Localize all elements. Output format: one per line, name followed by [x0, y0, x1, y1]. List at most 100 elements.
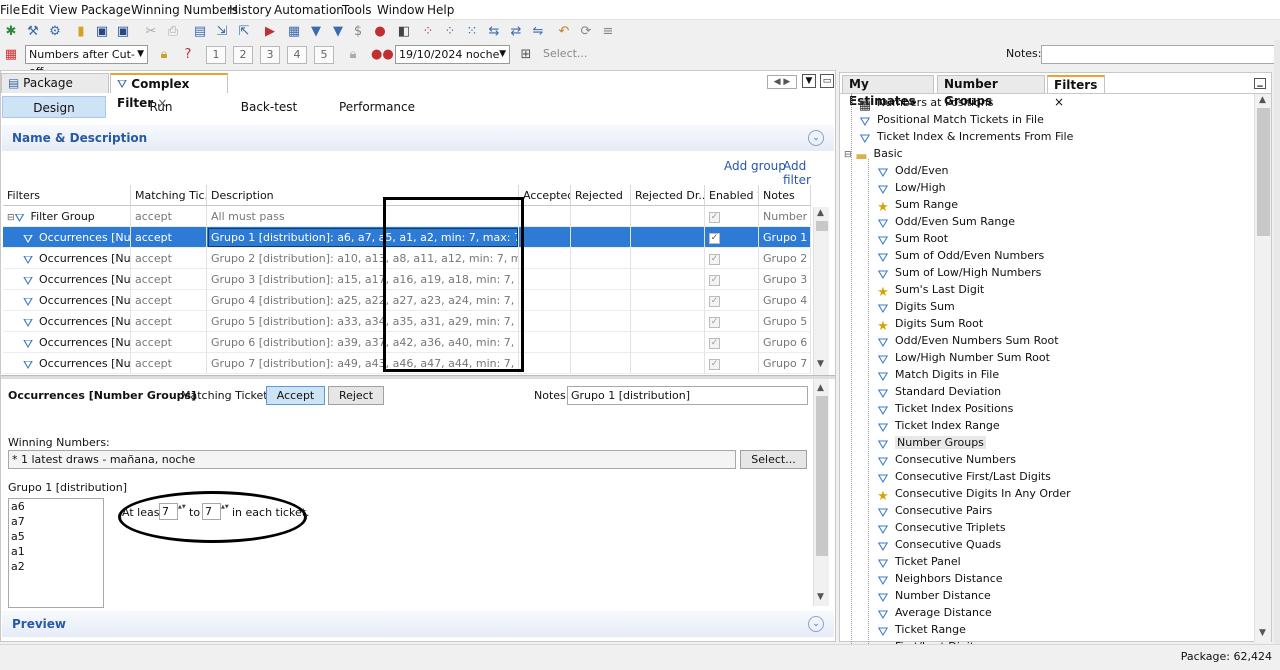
add-filter-link[interactable]: Add filter	[783, 159, 835, 187]
tree-item[interactable]: ⛛ Consecutive First/Last Digits	[876, 468, 1051, 487]
tree-scrollbar[interactable]: ▲ ▼	[1254, 94, 1271, 642]
group-numbers-list[interactable]: a6 a7 a5 a1 a2	[8, 498, 104, 608]
scroll-up-icon[interactable]: ▲	[817, 208, 824, 218]
tree-item[interactable]: ★ Sum's Last Digit	[876, 281, 984, 300]
scroll-up-icon[interactable]: ▲	[1259, 95, 1266, 105]
dots-icon[interactable]: ⁘	[420, 24, 436, 40]
tree-item[interactable]: ⛛ Consecutive Triplets	[876, 519, 1006, 538]
stats-icon[interactable]: ◧	[396, 24, 412, 40]
col-notes[interactable]: Notes	[759, 185, 811, 206]
collapse-tree-icon[interactable]: ⊟	[7, 213, 15, 223]
cut-icon[interactable]: ✂	[143, 24, 159, 40]
splitter[interactable]	[1, 375, 835, 379]
tree-item[interactable]: ⛛ Consecutive Pairs	[876, 502, 993, 521]
refresh-icon[interactable]: ⟳	[578, 24, 594, 40]
tree-item[interactable]: ⛛ Sum of Odd/Even Numbers	[876, 247, 1045, 266]
scroll-thumb[interactable]	[816, 396, 828, 556]
menu-automation[interactable]: Automation	[274, 3, 344, 17]
table-icon[interactable]: ▤	[192, 24, 208, 40]
dots-multi-icon[interactable]: ⁙	[464, 24, 480, 40]
settings-icon[interactable]: ⚙	[47, 24, 63, 40]
tree-item[interactable]: ⛛ Ticket Index Positions	[876, 400, 1014, 419]
tree-item[interactable]: ⛛ Odd/Even Numbers Sum Root	[876, 332, 1059, 351]
slot-1[interactable]: 1	[206, 46, 226, 64]
new-folder-icon[interactable]: ▮	[73, 24, 89, 40]
tree-item[interactable]: ⛛ Low/High	[876, 179, 946, 198]
col-rejected-draws[interactable]: Rejected Dr...	[631, 185, 705, 206]
enabled-checkbox[interactable]: ✓	[709, 253, 720, 265]
scroll-down-icon[interactable]: ▼	[817, 592, 824, 602]
col-accepted[interactable]: Accepted	[519, 185, 571, 206]
tree-item[interactable]: ⛛ Match Digits in File	[876, 366, 1000, 385]
export-icon[interactable]: ⇲	[214, 24, 230, 40]
accept-button[interactable]: Accept	[266, 386, 325, 405]
save-all-icon[interactable]: ▣	[115, 24, 131, 40]
tree-item[interactable]: ⛛ Ticket Range	[876, 621, 966, 640]
save-icon[interactable]: ▣	[94, 24, 110, 40]
tab-number-groups[interactable]: Number Groups	[937, 75, 1045, 108]
tab-scroll-arrows[interactable]: ◀ ▶	[767, 75, 797, 89]
import-icon[interactable]: ⇱	[236, 24, 252, 40]
min-value[interactable]: 7	[159, 503, 186, 520]
tree-item[interactable]: ⛛ Neighbors Distance	[876, 570, 1003, 589]
tree-item[interactable]: ⛛ Odd/Even Sum Range	[876, 213, 1016, 232]
detail-scrollbar[interactable]: ▲ ▼	[813, 382, 829, 606]
slot-2[interactable]: 2	[233, 46, 253, 64]
enabled-checkbox[interactable]: ✓	[709, 316, 720, 328]
menu-view[interactable]: View	[49, 3, 77, 17]
list-item[interactable]: a2	[9, 559, 103, 574]
slot-4[interactable]: 4	[287, 46, 307, 64]
tree-item[interactable]: ⛛ Odd/Even	[876, 162, 949, 181]
col-rejected[interactable]: Rejected	[571, 185, 631, 206]
subtab-back-test[interactable]: Back-test	[229, 96, 309, 118]
tree-item[interactable]: ⛛ Average Distance	[876, 604, 992, 623]
max-spinner[interactable]: 7	[202, 503, 230, 521]
tab-list-icon[interactable]: ▼	[802, 74, 816, 88]
collapse-icon[interactable]: ⌄	[808, 130, 824, 146]
preview-section[interactable]: Preview ⌄	[2, 611, 834, 637]
menu-history[interactable]: History	[229, 3, 272, 17]
winning-numbers-field[interactable]: * 1 latest draws - mañana, noche	[8, 450, 736, 469]
grid-select-icon[interactable]: ⊞	[518, 47, 534, 63]
slot-5[interactable]: 5	[314, 46, 334, 64]
list-icon[interactable]: ≡	[600, 24, 616, 40]
tree-item[interactable]: ★ Consecutive Digits In Any Order	[876, 485, 1070, 504]
notes-input[interactable]	[1041, 45, 1277, 64]
scroll-down-icon[interactable]: ▼	[1259, 628, 1266, 638]
enabled-checkbox[interactable]: ✓	[709, 337, 720, 349]
maximize-icon[interactable]: ▭	[820, 74, 834, 88]
minimize-icon[interactable]: ▁	[1254, 78, 1266, 89]
grid-icon[interactable]: ▦	[286, 24, 302, 40]
play-icon[interactable]: ▶	[262, 24, 278, 40]
shuffle-icon[interactable]: ⇆	[486, 24, 502, 40]
tree-item[interactable]: ⊟ ▬ Basic	[844, 145, 903, 164]
add-group-link[interactable]: Add group	[724, 159, 786, 173]
numbers-mode-select[interactable]: Numbers after Cut-off ▼	[25, 45, 148, 78]
tree-item[interactable]: ⛛ Ticket Panel	[876, 553, 961, 572]
filter-run-icon[interactable]: ▼	[330, 24, 346, 40]
col-matching[interactable]: Matching Tic...	[131, 185, 207, 206]
enabled-checkbox[interactable]: ✓	[709, 211, 720, 223]
collapse-tree-icon[interactable]: ⊟	[844, 150, 852, 160]
enabled-checkbox[interactable]: ✓	[709, 274, 720, 286]
list-item[interactable]: a1	[9, 544, 103, 559]
list-item[interactable]: a6	[9, 499, 103, 514]
menu-file[interactable]: File	[0, 3, 20, 17]
tree-item[interactable]: ★ Digits Sum Root	[876, 315, 983, 334]
scroll-thumb[interactable]	[1257, 108, 1270, 236]
tree-item[interactable]: ⛛ Digits Sum	[876, 298, 955, 317]
tree-item[interactable]: ⛛ Positional Match Tickets in File	[858, 111, 1044, 130]
tree-item[interactable]: ⛛ Number Groups	[876, 434, 986, 453]
undo-icon[interactable]: ↶	[556, 24, 572, 40]
help-filter-icon[interactable]: ?	[180, 47, 196, 63]
filter-icon[interactable]: ▼	[308, 24, 324, 40]
wizard-icon[interactable]: ✱	[3, 24, 19, 40]
tree-item[interactable]: ⛛ Consecutive Quads	[876, 536, 1002, 555]
close-icon[interactable]: ×	[1054, 95, 1064, 109]
detail-notes-input[interactable]: Grupo 1 [distribution]	[567, 386, 808, 405]
menu-help[interactable]: Help	[427, 3, 454, 17]
tree-item[interactable]: ★ Sum Range	[876, 196, 958, 215]
enabled-checkbox[interactable]: ✓	[709, 358, 720, 370]
menu-winning-numbers[interactable]: Winning Numbers	[131, 3, 238, 17]
balls-icon[interactable]: ●●	[371, 47, 394, 63]
